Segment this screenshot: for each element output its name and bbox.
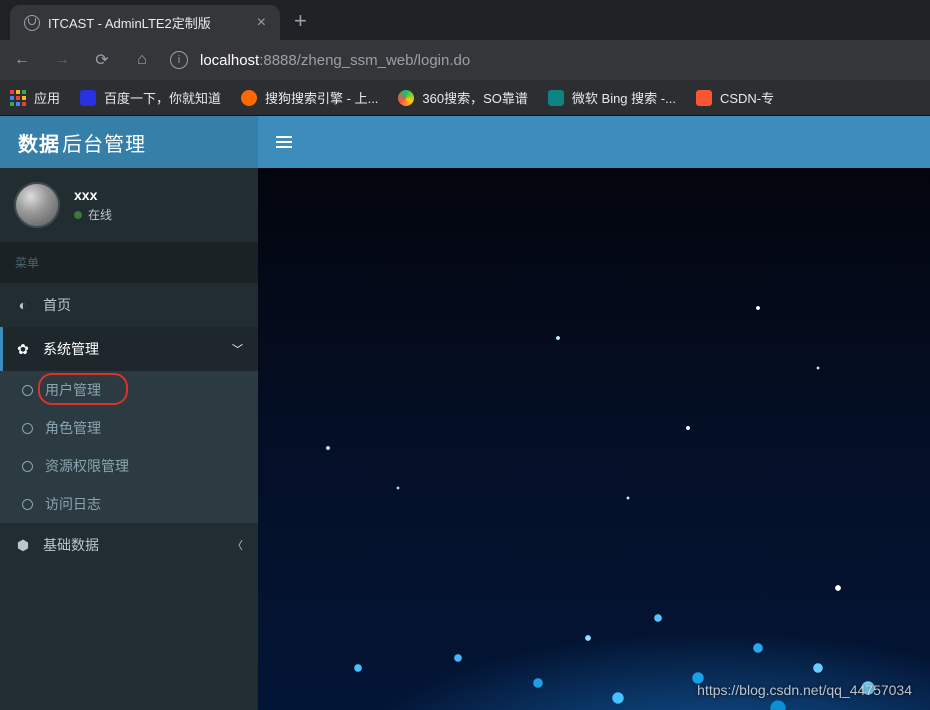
nav-system[interactable]: ✿系统管理﹀: [0, 327, 258, 371]
csdn-icon: [696, 90, 712, 106]
bookmark-bing[interactable]: 微软 Bing 搜索 -...: [548, 88, 676, 107]
new-tab-button[interactable]: +: [280, 2, 321, 40]
avatar[interactable]: [14, 182, 60, 228]
site-info-icon[interactable]: i: [170, 51, 188, 69]
apps-icon: [10, 90, 26, 106]
circle-icon: [22, 499, 33, 510]
nav-role-mgmt[interactable]: 角色管理: [0, 409, 258, 447]
app-logo[interactable]: 数据后台管理: [0, 116, 258, 168]
circle-icon: [22, 461, 33, 472]
bookmark-csdn[interactable]: CSDN-专: [696, 88, 774, 107]
main: https://blog.csdn.net/qq_44757034: [258, 116, 930, 710]
sidebar-toggle[interactable]: [276, 136, 292, 148]
baidu-icon: [80, 90, 96, 106]
watermark: https://blog.csdn.net/qq_44757034: [697, 682, 912, 698]
bookmark-apps[interactable]: 应用: [10, 88, 60, 107]
sogou-icon: [241, 90, 257, 106]
sidebar: 数据后台管理 xxx 在线 菜单 ◐首页 ✿系统管理﹀ 用户管理 角色管理 资源…: [0, 116, 258, 710]
tab-title: ITCAST - AdminLTE2定制版: [48, 13, 249, 32]
menu-header: 菜单: [0, 242, 258, 283]
nav-home[interactable]: ◐首页: [0, 283, 258, 327]
address-bar[interactable]: i localhost:8888/zheng_ssm_web/login.do: [170, 51, 920, 69]
browser-toolbar: ← → ⟳ ⌂ i localhost:8888/zheng_ssm_web/l…: [0, 40, 930, 80]
url-host: localhost: [200, 52, 259, 69]
user-panel: xxx 在线: [0, 168, 258, 242]
bookmark-sogou[interactable]: 搜狗搜索引擎 - 上...: [241, 88, 378, 107]
url-path: :8888/zheng_ssm_web/login.do: [259, 52, 470, 69]
bookmarks-bar: 应用 百度一下，你就知道 搜狗搜索引擎 - 上... 360搜索，SO靠谱 微软…: [0, 80, 930, 116]
user-status: 在线: [74, 206, 112, 223]
circle-icon: [22, 423, 33, 434]
nav-base-data[interactable]: ⬢基础数据〈: [0, 523, 258, 567]
close-tab-icon[interactable]: ×: [257, 14, 266, 32]
reload-button[interactable]: ⟳: [90, 50, 114, 70]
chevron-down-icon: ﹀: [232, 341, 243, 357]
browser-tab[interactable]: ITCAST - AdminLTE2定制版 ×: [10, 5, 280, 40]
top-bar: [258, 116, 930, 168]
bookmark-baidu[interactable]: 百度一下，你就知道: [80, 88, 221, 107]
globe-icon: [24, 15, 40, 31]
back-button[interactable]: ←: [10, 51, 34, 69]
nav-log[interactable]: 访问日志: [0, 485, 258, 523]
gear-icon: ✿: [15, 341, 31, 358]
content-area: https://blog.csdn.net/qq_44757034: [258, 168, 930, 710]
dashboard-icon: ◐: [15, 297, 31, 313]
circle-icon: [22, 385, 33, 396]
bing-icon: [548, 90, 564, 106]
bookmark-360[interactable]: 360搜索，SO靠谱: [398, 88, 527, 107]
360-icon: [398, 90, 414, 106]
forward-button[interactable]: →: [50, 51, 74, 69]
nav-perm-mgmt[interactable]: 资源权限管理: [0, 447, 258, 485]
user-name: xxx: [74, 187, 112, 203]
home-button[interactable]: ⌂: [130, 51, 154, 69]
nav-user-mgmt[interactable]: 用户管理: [0, 371, 258, 409]
cube-icon: ⬢: [15, 537, 31, 554]
chevron-left-icon: 〈: [232, 537, 243, 553]
browser-tab-bar: ITCAST - AdminLTE2定制版 × +: [0, 0, 930, 40]
online-dot-icon: [74, 211, 82, 219]
